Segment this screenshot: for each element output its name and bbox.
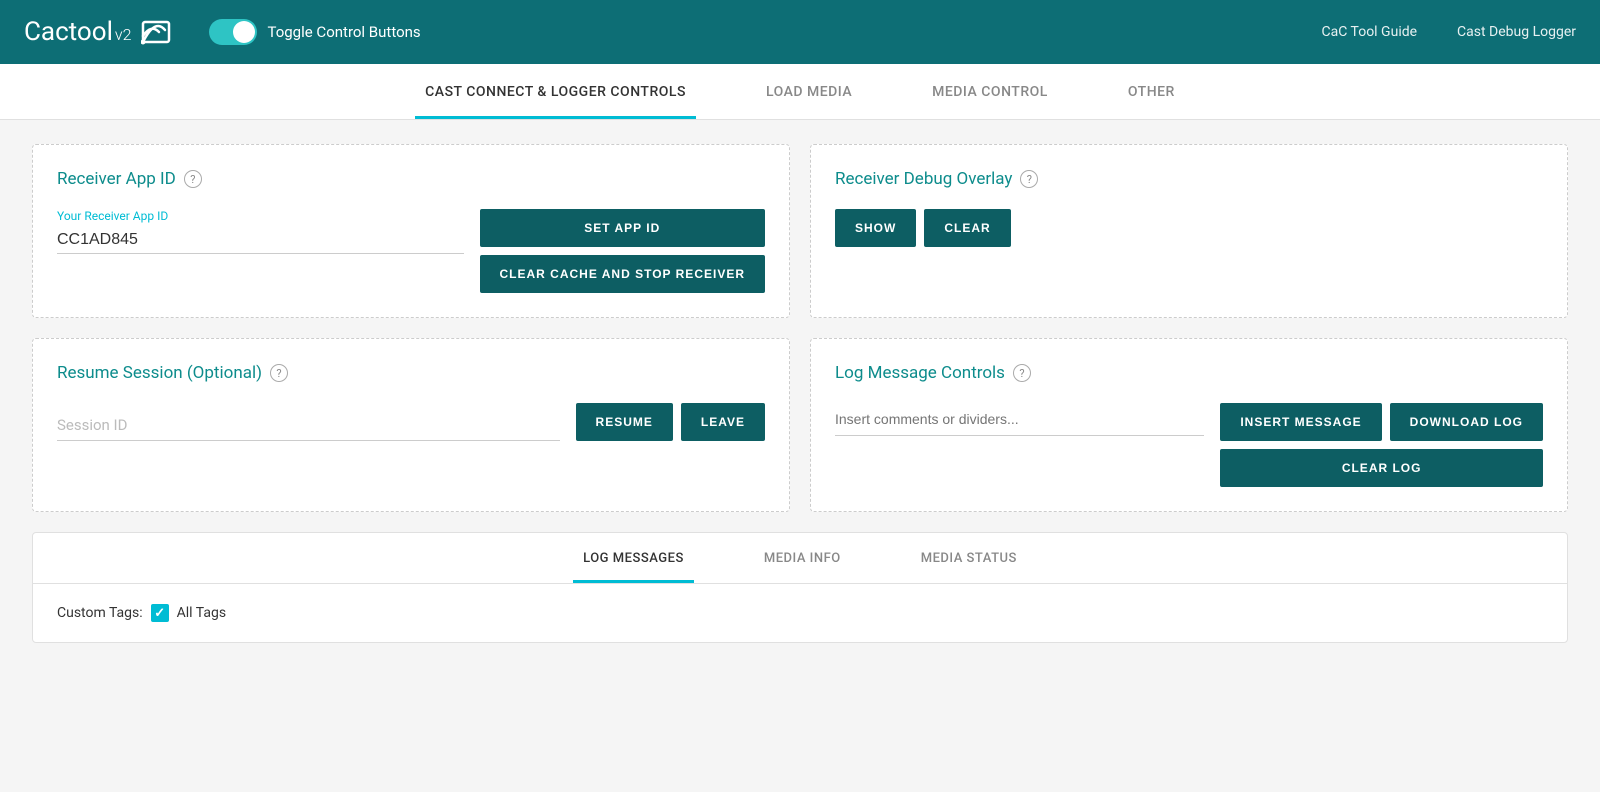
receiver-debug-title: Receiver Debug Overlay ?: [835, 169, 1543, 189]
cac-tool-guide-link[interactable]: CaC Tool Guide: [1322, 24, 1418, 40]
tab-media-status[interactable]: MEDIA STATUS: [911, 533, 1027, 583]
receiver-app-title: Receiver App ID ?: [57, 169, 765, 189]
session-id-placeholder-label: Session ID: [57, 416, 560, 441]
clear-log-button[interactable]: CLEAR LOG: [1220, 449, 1543, 487]
session-id-input-group: Session ID: [57, 412, 560, 441]
app-header: Cactoolv2 Toggle Control Buttons CaC Too…: [0, 0, 1600, 64]
receiver-app-panel: Receiver App ID ? Your Receiver App ID S…: [32, 144, 790, 318]
resume-session-btn-row: RESUME LEAVE: [576, 403, 765, 441]
receiver-app-content: Your Receiver App ID SET APP ID CLEAR CA…: [57, 209, 765, 293]
receiver-debug-content: SHOW CLEAR: [835, 209, 1543, 247]
receiver-app-input-group: Your Receiver App ID: [57, 209, 464, 254]
receiver-debug-btn-row: SHOW CLEAR: [835, 209, 1011, 247]
bottom-tab-content: Custom Tags: All Tags: [33, 584, 1567, 642]
resume-session-content: Session ID RESUME LEAVE: [57, 403, 765, 441]
app-logo: Cactoolv2: [24, 14, 177, 50]
receiver-app-input-label: Your Receiver App ID: [57, 209, 464, 223]
custom-tags-label: Custom Tags:: [57, 605, 143, 621]
receiver-app-help-icon[interactable]: ?: [184, 170, 202, 188]
tab-other[interactable]: OTHER: [1118, 64, 1185, 119]
log-btn-top-row: INSERT MESSAGE DOWNLOAD LOG: [1220, 403, 1543, 441]
tab-cast-connect[interactable]: CAST CONNECT & LOGGER CONTROLS: [415, 64, 696, 119]
resume-button[interactable]: RESUME: [576, 403, 673, 441]
log-message-panel: Log Message Controls ? INSERT MESSAGE DO…: [810, 338, 1568, 512]
show-debug-overlay-button[interactable]: SHOW: [835, 209, 916, 247]
tab-media-control[interactable]: MEDIA CONTROL: [922, 64, 1058, 119]
log-comment-input[interactable]: [835, 403, 1204, 436]
log-btn-group: INSERT MESSAGE DOWNLOAD LOG CLEAR LOG: [1220, 403, 1543, 487]
tab-load-media[interactable]: LOAD MEDIA: [756, 64, 862, 119]
toggle-area[interactable]: Toggle Control Buttons: [209, 19, 420, 45]
bottom-panels-row: Resume Session (Optional) ? Session ID R…: [32, 338, 1568, 512]
receiver-app-btn-group: SET APP ID CLEAR CACHE AND STOP RECEIVER: [480, 209, 765, 293]
resume-session-panel: Resume Session (Optional) ? Session ID R…: [32, 338, 790, 512]
cast-debug-logger-link[interactable]: Cast Debug Logger: [1457, 24, 1576, 40]
custom-tags-row: Custom Tags: All Tags: [57, 604, 1543, 622]
all-tags-checkbox[interactable]: [151, 604, 169, 622]
tab-log-messages[interactable]: LOG MESSAGES: [573, 533, 694, 583]
bottom-section: LOG MESSAGES MEDIA INFO MEDIA STATUS Cus…: [32, 532, 1568, 643]
clear-debug-overlay-button[interactable]: CLEAR: [924, 209, 1010, 247]
tab-media-info[interactable]: MEDIA INFO: [754, 533, 851, 583]
receiver-app-id-input[interactable]: [57, 227, 464, 254]
set-app-id-button[interactable]: SET APP ID: [480, 209, 765, 247]
log-message-title: Log Message Controls ?: [835, 363, 1543, 383]
bottom-tabs: LOG MESSAGES MEDIA INFO MEDIA STATUS: [33, 533, 1567, 584]
logo-text: Cactoolv2: [24, 17, 131, 47]
insert-message-button[interactable]: INSERT MESSAGE: [1220, 403, 1381, 441]
cast-icon: [141, 14, 177, 50]
main-content: Receiver App ID ? Your Receiver App ID S…: [0, 120, 1600, 667]
top-panels-row: Receiver App ID ? Your Receiver App ID S…: [32, 144, 1568, 318]
resume-session-help-icon[interactable]: ?: [270, 364, 288, 382]
main-tabs: CAST CONNECT & LOGGER CONTROLS LOAD MEDI…: [0, 64, 1600, 120]
header-nav: CaC Tool Guide Cast Debug Logger: [1322, 24, 1577, 40]
leave-button[interactable]: LEAVE: [681, 403, 765, 441]
toggle-label: Toggle Control Buttons: [267, 23, 420, 41]
receiver-debug-panel: Receiver Debug Overlay ? SHOW CLEAR: [810, 144, 1568, 318]
log-message-help-icon[interactable]: ?: [1013, 364, 1031, 382]
all-tags-label: All Tags: [177, 605, 226, 621]
toggle-control-buttons[interactable]: [209, 19, 257, 45]
clear-cache-stop-receiver-button[interactable]: CLEAR CACHE AND STOP RECEIVER: [480, 255, 765, 293]
receiver-debug-help-icon[interactable]: ?: [1020, 170, 1038, 188]
log-message-content: INSERT MESSAGE DOWNLOAD LOG CLEAR LOG: [835, 403, 1543, 487]
download-log-button[interactable]: DOWNLOAD LOG: [1390, 403, 1543, 441]
resume-session-title: Resume Session (Optional) ?: [57, 363, 765, 383]
